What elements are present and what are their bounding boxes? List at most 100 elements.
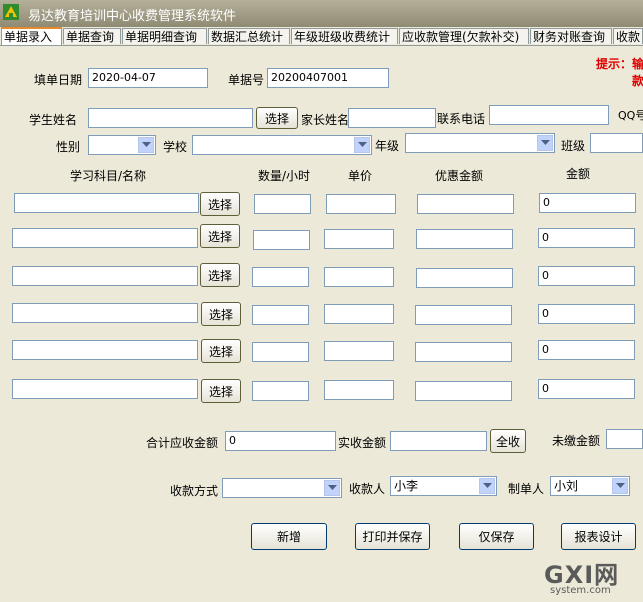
report-design-button[interactable]: 报表设计: [561, 523, 636, 550]
col-price-header: 单价: [348, 169, 373, 183]
maker-select[interactable]: 小刘: [550, 476, 630, 496]
full-receive-button[interactable]: 全收: [490, 429, 526, 453]
school-label: 学校: [163, 140, 188, 154]
col-discount-header: 优惠金额: [435, 169, 484, 183]
discount-input[interactable]: [415, 381, 512, 401]
qty-input[interactable]: [252, 381, 309, 401]
amount-input[interactable]: 0: [538, 228, 635, 248]
discount-input[interactable]: [415, 305, 512, 325]
doc-no-label: 单据号: [228, 73, 265, 87]
payee-label: 收款人: [349, 482, 386, 496]
unpaid-label: 未缴金额: [552, 434, 601, 448]
unpaid-field[interactable]: [606, 429, 643, 449]
grade-label: 年级: [375, 139, 400, 153]
received-label: 实收金额: [338, 436, 387, 450]
select-subject-button[interactable]: 选择: [201, 379, 241, 403]
payee-select[interactable]: 小李: [390, 476, 497, 496]
school-select[interactable]: [192, 135, 372, 155]
received-input[interactable]: [390, 431, 487, 451]
tab-document-query[interactable]: 单据查询: [63, 28, 121, 44]
tab-grade-class-stats[interactable]: 年级班级收费统计: [291, 28, 398, 44]
price-input[interactable]: [324, 229, 394, 249]
qty-input[interactable]: [254, 194, 311, 214]
print-save-button[interactable]: 打印并保存: [355, 523, 430, 550]
student-name-input[interactable]: [88, 108, 253, 128]
qty-input[interactable]: [252, 267, 309, 287]
amount-input[interactable]: 0: [538, 340, 635, 360]
gender-label: 性别: [56, 140, 81, 154]
receivable-label: 合计应收金额: [146, 436, 219, 450]
tab-data-summary[interactable]: 数据汇总统计: [208, 28, 290, 44]
qty-input[interactable]: [252, 342, 309, 362]
qty-input[interactable]: [253, 230, 310, 250]
discount-input[interactable]: [415, 342, 512, 362]
hint-text: 提示：输: [596, 57, 643, 71]
tab-receivables[interactable]: 应收款管理(欠款补交): [399, 28, 529, 44]
tab-document-detail-query[interactable]: 单据明细查询: [122, 28, 207, 44]
payment-method-label: 收款方式: [170, 484, 219, 498]
student-name-label: 学生姓名: [29, 113, 78, 127]
app-logo-icon: [3, 4, 19, 20]
subject-input[interactable]: [12, 340, 198, 360]
maker-label: 制单人: [508, 482, 545, 496]
select-subject-button[interactable]: 选择: [200, 263, 240, 287]
watermark-sub: system.com: [550, 585, 611, 596]
class-label: 班级: [561, 139, 586, 153]
select-subject-button[interactable]: 选择: [201, 339, 241, 363]
price-input[interactable]: [324, 304, 394, 324]
phone-input[interactable]: [489, 105, 609, 125]
window-title: 易达教育培训中心收费管理系统软件: [28, 9, 237, 24]
price-input[interactable]: [326, 194, 396, 214]
tab-receipt[interactable]: 收款: [613, 28, 643, 44]
class-input[interactable]: [590, 133, 643, 153]
amount-input[interactable]: 0: [538, 304, 635, 324]
amount-input[interactable]: 0: [538, 379, 635, 399]
phone-label: 联系电话: [437, 112, 486, 126]
select-subject-button[interactable]: 选择: [200, 192, 240, 216]
subject-input[interactable]: [12, 303, 198, 323]
tab-finance-reconcile[interactable]: 财务对账查询: [530, 28, 612, 44]
price-input[interactable]: [324, 341, 394, 361]
parent-name-label: 家长姓名: [301, 113, 350, 127]
watermark-logo: GXI网 system.com: [540, 555, 640, 600]
select-subject-button[interactable]: 选择: [200, 224, 240, 248]
subject-input[interactable]: [12, 266, 198, 286]
select-subject-button[interactable]: 选择: [201, 302, 241, 326]
chevron-down-icon[interactable]: [354, 137, 370, 153]
tab-document-entry[interactable]: 单据录入: [1, 27, 62, 45]
col-amount-header: 金额: [566, 167, 591, 181]
grade-select[interactable]: [405, 133, 555, 153]
chevron-down-icon[interactable]: [537, 135, 553, 151]
maker-value: 小刘: [554, 479, 579, 493]
payee-value: 小李: [394, 479, 419, 493]
amount-input[interactable]: 0: [539, 193, 636, 213]
col-qty-header: 数量/小时: [258, 169, 311, 183]
save-only-button[interactable]: 仅保存: [459, 523, 534, 550]
discount-input[interactable]: [417, 194, 514, 214]
subject-input[interactable]: [12, 228, 198, 248]
subject-input[interactable]: [12, 379, 198, 399]
payment-method-select[interactable]: [222, 478, 342, 498]
price-input[interactable]: [324, 267, 394, 287]
chevron-down-icon[interactable]: [324, 480, 340, 496]
title-bar: 易达教育培训中心收费管理系统软件: [0, 0, 643, 27]
date-field[interactable]: 2020-04-07: [88, 68, 208, 88]
new-button[interactable]: 新增: [251, 523, 327, 550]
chevron-down-icon[interactable]: [479, 478, 495, 494]
gender-select[interactable]: [88, 135, 156, 155]
chevron-down-icon[interactable]: [612, 478, 628, 494]
price-input[interactable]: [324, 380, 394, 400]
subject-input[interactable]: [14, 193, 199, 213]
doc-no-field[interactable]: 20200407001: [267, 68, 389, 88]
chevron-down-icon[interactable]: [138, 137, 154, 153]
hint-text-2: 款: [632, 74, 643, 88]
receivable-field[interactable]: 0: [225, 431, 336, 451]
parent-name-input[interactable]: [348, 108, 436, 128]
select-student-button[interactable]: 选择: [256, 107, 298, 129]
discount-input[interactable]: [416, 268, 513, 288]
date-label: 填单日期: [34, 73, 83, 87]
col-subject-header: 学习科目/名称: [70, 169, 147, 183]
amount-input[interactable]: 0: [538, 266, 635, 286]
qty-input[interactable]: [252, 305, 309, 325]
discount-input[interactable]: [416, 229, 513, 249]
